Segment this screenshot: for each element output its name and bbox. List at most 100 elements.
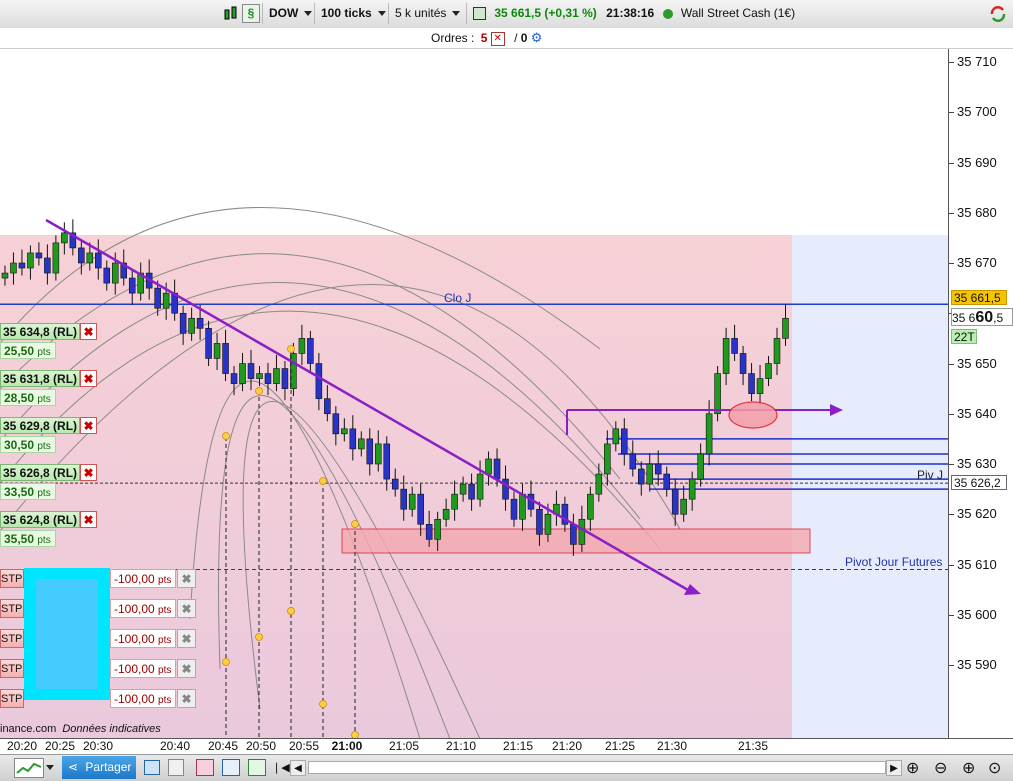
limit-order-button[interactable]: 35 634,8 (RL) [0, 323, 80, 340]
horizontal-scrollbar[interactable] [308, 761, 886, 774]
cancel-stop-icon[interactable]: ✖ [177, 569, 196, 588]
chart-type-icon[interactable] [222, 5, 240, 23]
order-distance-unit: pts [37, 535, 51, 546]
time-tick-label: 20:30 [82, 739, 114, 753]
stop-order-row: STP -100,00 pts ✖ [0, 629, 200, 649]
candle-body [459, 483, 467, 495]
candle-body [273, 368, 280, 384]
cancel-order-icon[interactable]: ✖ [80, 323, 97, 340]
cancel-stop-icon[interactable]: ✖ [177, 659, 196, 678]
cancel-order-icon[interactable]: ✖ [80, 464, 97, 481]
cancel-order-icon[interactable]: ✖ [80, 417, 97, 434]
scroll-start-icon[interactable]: ❘◀ [272, 761, 290, 774]
price-tick-label: 35 700 [957, 104, 997, 120]
units-select[interactable]: 5 k unités [388, 3, 477, 24]
stop-button[interactable]: STP [0, 569, 24, 588]
stop-button[interactable]: STP [0, 599, 24, 618]
limit-order-row: 35 626,8 (RL) ✖ 33,50 pts [0, 464, 100, 504]
candle-body [222, 343, 229, 374]
projection-dot [255, 387, 263, 395]
candle-body [27, 252, 34, 269]
stop-button[interactable]: STP [0, 659, 24, 678]
order-distance-value: 35,50 [4, 532, 35, 546]
stop-value-number: -100,00 [114, 632, 155, 646]
candle-body [782, 317, 789, 339]
order-distance-unit: pts [37, 441, 51, 452]
candle-body [604, 443, 611, 475]
symbol-toggle-icon[interactable]: § [242, 4, 260, 23]
stop-order-row: STP -100,00 pts ✖ [0, 659, 200, 679]
cancel-stop-icon[interactable]: ✖ [177, 629, 196, 648]
candle-body [408, 493, 416, 510]
settings-gear-icon[interactable]: ⚙ [531, 30, 543, 45]
stop-order-row: STP -100,00 pts ✖ [0, 569, 200, 589]
mini-chart-icon[interactable] [14, 758, 44, 778]
scroll-left-icon[interactable]: ◀ [290, 760, 306, 776]
limit-order-button[interactable]: 35 631,8 (RL) [0, 370, 80, 387]
scroll-right-icon[interactable]: ▶ [886, 760, 902, 776]
alert-icon[interactable] [196, 759, 214, 776]
candle-body [697, 453, 704, 480]
limit-order-button[interactable]: 35 624,8 (RL) [0, 511, 80, 528]
price-tick-mark [949, 665, 954, 666]
candle-body [621, 428, 628, 455]
cancel-order-icon[interactable]: ✖ [80, 511, 97, 528]
candle-body [654, 463, 662, 475]
chevron-down-icon[interactable] [46, 765, 54, 770]
limit-order-row: 35 631,8 (RL) ✖ 28,50 pts [0, 370, 100, 410]
candle-body [366, 438, 374, 465]
limit-order-button[interactable]: 35 626,8 (RL) [0, 464, 80, 481]
time-axis[interactable]: 20:20 20:25 20:30 20:40 20:45 20:50 20:55 21:00… [0, 738, 1013, 755]
zoom-out-icon[interactable]: ⊖ [934, 758, 954, 778]
cancel-order-icon[interactable]: ✖ [80, 370, 97, 387]
cancel-stop-icon[interactable]: ✖ [177, 599, 196, 618]
cursor-price-suffix: ,5 [993, 311, 1004, 325]
indicator-icon[interactable] [222, 759, 240, 776]
candle-body [298, 338, 306, 354]
quote-time: 21:38:16 [606, 6, 655, 20]
share-button[interactable]: ⋖ Partager [62, 756, 136, 779]
price-axis[interactable]: 35 71035 70035 69035 68035 67035 66035 6… [948, 49, 1013, 739]
candle-body [765, 363, 772, 379]
candle-body [544, 513, 552, 535]
price-tick-mark [949, 614, 954, 616]
candle-body [417, 493, 424, 525]
candle-body [281, 368, 289, 389]
zoom-in-icon[interactable]: ⊕ [962, 758, 982, 778]
price-tick-mark [949, 112, 954, 114]
price-tick-label: 35 610 [957, 556, 997, 572]
candle-body [239, 363, 246, 384]
zoom-fit-icon[interactable]: ⊕ [906, 758, 926, 778]
projection-dot [319, 477, 327, 485]
stop-value: -100,00 pts [110, 689, 176, 708]
stop-button[interactable]: STP [0, 689, 24, 708]
stop-value: -100,00 pts [110, 629, 176, 648]
limit-order-button[interactable]: 35 629,8 (RL) [0, 417, 80, 434]
comment-icon[interactable] [144, 760, 160, 775]
price-tick-label: 35 600 [957, 606, 997, 622]
quote-info: 35 661,5 (+0,31 %) 21:38:16 Wall Street … [466, 3, 799, 24]
notes-icon[interactable] [168, 759, 184, 776]
stop-value-unit: pts [158, 695, 172, 706]
price-tick-label: 35 710 [957, 54, 997, 69]
price-chart[interactable]: 35 634,8 (RL) ✖ 25,50 pts 35 631,8 (RL) ✖ 28,… [0, 49, 948, 739]
order-distance: 25,50 pts [0, 342, 56, 359]
price-tick-label: 35 670 [957, 255, 997, 270]
ticks-select[interactable]: 100 ticks [314, 3, 399, 24]
refresh-icon[interactable] [988, 4, 1008, 24]
candle-body [773, 338, 781, 364]
orders-count-open: 0 [520, 31, 528, 45]
candle-body [451, 493, 458, 510]
projection-dot [351, 520, 359, 528]
time-tick-label: 21:00 [331, 739, 363, 753]
cancel-stop-icon[interactable]: ✖ [177, 689, 196, 708]
cancel-orders-icon[interactable]: ✕ [490, 31, 505, 46]
candle-body [44, 257, 51, 274]
zoom-reset-icon[interactable]: ⊙ [988, 758, 1008, 778]
tick-count-tag: 22T [951, 329, 977, 344]
stop-button[interactable]: STP [0, 629, 24, 648]
stop-value: -100,00 pts [110, 659, 176, 678]
draw-tool-icon[interactable] [248, 759, 266, 776]
candle-body [10, 262, 17, 274]
stop-value: -100,00 pts [110, 599, 176, 618]
